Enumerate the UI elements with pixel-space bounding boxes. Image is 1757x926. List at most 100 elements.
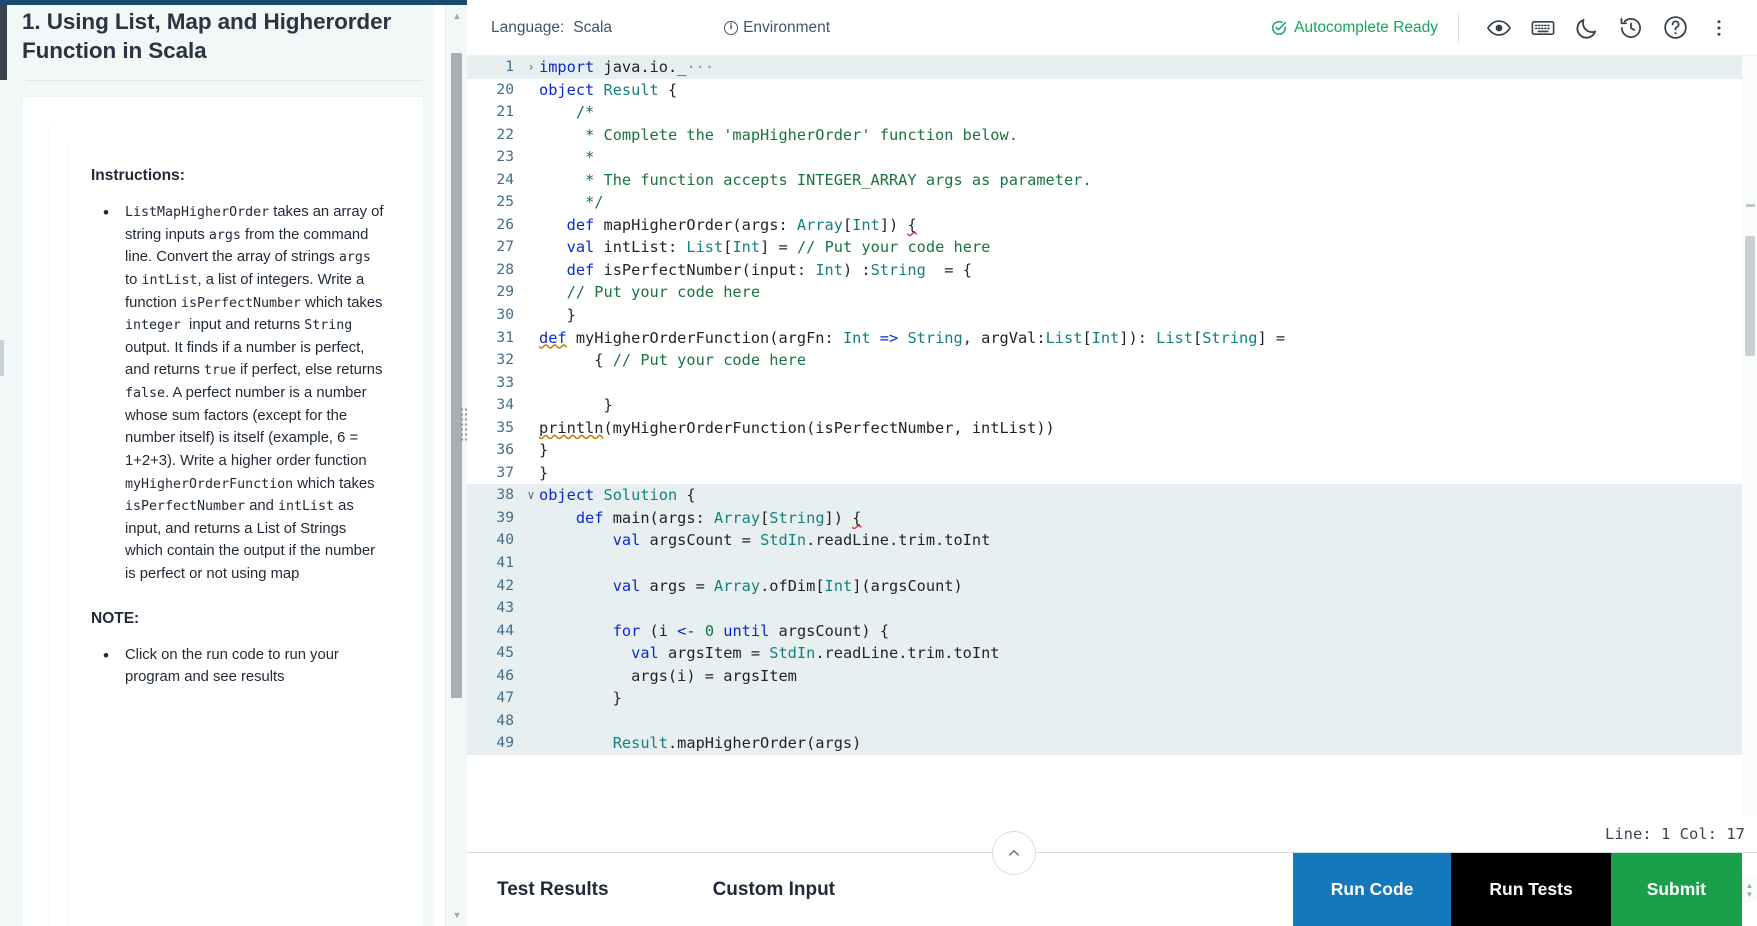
code-line[interactable]: 25 */ (467, 191, 1757, 214)
scroll-up-arrow-icon[interactable]: ▲ (446, 5, 467, 27)
code-text[interactable]: object Solution { (539, 484, 1757, 507)
code-lines-container[interactable]: 1 › import java.io._··· 20 object Result {21… (467, 56, 1757, 755)
code-text[interactable] (539, 372, 1757, 395)
code-text[interactable]: } (539, 394, 1757, 417)
fold-toggle-icon[interactable] (523, 507, 539, 530)
fold-toggle-icon[interactable] (523, 214, 539, 237)
fold-toggle-icon[interactable] (523, 372, 539, 395)
problem-panel-scrollbar[interactable]: ▲ ▼ (445, 5, 467, 926)
code-line[interactable]: 39 def main(args: Array[String]) { (467, 506, 1757, 530)
run-code-button[interactable]: Run Code (1292, 852, 1452, 926)
scroll-down-arrow-icon[interactable]: ▼ (446, 904, 467, 926)
code-text[interactable]: */ (539, 191, 1757, 214)
code-line[interactable]: 44 for (i <- 0 until argsCount) { (467, 619, 1757, 643)
fold-toggle-icon[interactable]: › (523, 56, 539, 79)
code-line[interactable]: 24 * The function accepts INTEGER_ARRAY … (467, 169, 1757, 192)
code-line[interactable]: 21 /* (467, 101, 1757, 124)
fold-toggle-icon[interactable] (523, 124, 539, 147)
code-line[interactable]: 35 println(myHigherOrderFunction(isPerfec… (467, 417, 1757, 440)
code-line[interactable]: 22 * Complete the 'mapHigherOrder' funct… (467, 124, 1757, 147)
code-line[interactable]: 33 (467, 372, 1757, 395)
fold-toggle-icon[interactable] (523, 394, 539, 417)
code-line[interactable]: 49 Result.mapHigherOrder(args) (467, 732, 1757, 755)
code-text[interactable]: object Result { (539, 79, 1757, 102)
submit-button[interactable]: Submit (1610, 852, 1742, 926)
language-value[interactable]: Scala (573, 19, 612, 37)
tab-test-results[interactable]: Test Results (497, 879, 609, 901)
code-line[interactable]: 48 (467, 709, 1757, 733)
code-text[interactable]: } (539, 304, 1757, 327)
code-line[interactable]: 43 (467, 597, 1757, 620)
fold-toggle-icon[interactable] (523, 710, 539, 733)
code-line[interactable]: 42 val args = Array.ofDim[Int](argsCount… (467, 574, 1757, 598)
fold-toggle-icon[interactable] (523, 281, 539, 304)
code-line[interactable]: 40 val argsCount = StdIn.readLine.trim.t… (467, 529, 1757, 553)
code-text[interactable]: def main(args: Array[String]) { (539, 507, 1757, 530)
code-text[interactable]: * Complete the 'mapHigherOrder' function… (539, 124, 1757, 147)
code-text[interactable]: val argsCount = StdIn.readLine.trim.toIn… (539, 529, 1757, 552)
fold-toggle-icon[interactable] (523, 417, 539, 440)
scrollbar-thumb[interactable] (451, 53, 462, 698)
fold-toggle-icon[interactable] (523, 462, 539, 485)
code-line[interactable]: 32 { // Put your code here (467, 349, 1757, 372)
fold-toggle-icon[interactable] (523, 642, 539, 665)
fold-toggle-icon[interactable] (523, 236, 539, 259)
code-text[interactable]: // Put your code here (539, 281, 1757, 304)
scroll-down-arrow-icon[interactable]: ▼ (1746, 890, 1754, 899)
code-text[interactable]: def myHigherOrderFunction(argFn: Int => … (539, 327, 1757, 350)
fold-toggle-icon[interactable] (523, 552, 539, 575)
code-line[interactable]: 1 › import java.io._··· (467, 56, 1757, 79)
code-line[interactable]: 26 def mapHigherOrder(args: Array[Int]) … (467, 214, 1757, 237)
code-line[interactable]: 23 * (467, 146, 1757, 169)
code-text[interactable]: for (i <- 0 until argsCount) { (539, 620, 1757, 643)
more-options-icon[interactable] (1697, 6, 1741, 50)
fold-toggle-icon[interactable] (523, 597, 539, 620)
code-line[interactable]: 29 // Put your code here (467, 281, 1757, 304)
fold-toggle-icon[interactable]: ∨ (523, 484, 539, 507)
fold-toggle-icon[interactable] (523, 169, 539, 192)
fold-toggle-icon[interactable] (523, 79, 539, 102)
code-text[interactable]: * (539, 146, 1757, 169)
code-text[interactable]: args(i) = argsItem (539, 665, 1757, 688)
fold-toggle-icon[interactable] (523, 732, 539, 755)
panel-resize-handle[interactable] (459, 405, 469, 443)
fold-toggle-icon[interactable] (523, 687, 539, 710)
history-icon[interactable] (1609, 6, 1653, 50)
code-line[interactable]: 34 } (467, 394, 1757, 417)
fold-toggle-icon[interactable] (523, 349, 539, 372)
code-line[interactable]: 45 val argsItem = StdIn.readLine.trim.to… (467, 642, 1757, 665)
run-tests-button[interactable]: Run Tests (1451, 852, 1611, 926)
code-text[interactable]: def mapHigherOrder(args: Array[Int]) { (539, 214, 1757, 237)
code-text[interactable]: val argsItem = StdIn.readLine.trim.toInt (539, 642, 1757, 665)
fold-toggle-icon[interactable] (523, 439, 539, 462)
code-line[interactable]: 20 object Result { (467, 79, 1757, 102)
code-text[interactable]: def isPerfectNumber(input: Int) :String … (539, 259, 1757, 282)
code-line[interactable]: 28 def isPerfectNumber(input: Int) :Stri… (467, 259, 1757, 282)
code-line[interactable]: 27 val intList: List[Int] = // Put your … (467, 236, 1757, 259)
code-text[interactable] (539, 710, 1757, 733)
code-text[interactable]: } (539, 462, 1757, 485)
code-text[interactable]: { // Put your code here (539, 349, 1757, 372)
code-line[interactable]: 30 } (467, 304, 1757, 327)
code-text[interactable]: import java.io._··· (539, 56, 1757, 79)
fold-toggle-icon[interactable] (523, 304, 539, 327)
code-text[interactable]: val intList: List[Int] = // Put your cod… (539, 236, 1757, 259)
scrollbar-thumb[interactable] (1745, 236, 1755, 356)
code-line[interactable]: 31 def myHigherOrderFunction(argFn: Int =… (467, 327, 1757, 350)
scroll-up-arrow-icon[interactable]: ▲ (1746, 881, 1754, 890)
fold-toggle-icon[interactable] (523, 665, 539, 688)
code-text[interactable]: /* (539, 101, 1757, 124)
code-line[interactable]: 36} (467, 439, 1757, 462)
keyboard-icon[interactable] (1521, 6, 1565, 50)
environment-button[interactable]: i Environment (724, 19, 830, 37)
fold-toggle-icon[interactable] (523, 259, 539, 282)
code-text[interactable]: } (539, 687, 1757, 710)
collapse-panel-button[interactable] (992, 831, 1036, 875)
code-editor[interactable]: 1 › import java.io._··· 20 object Result {21… (467, 56, 1757, 816)
code-line[interactable]: 41 (467, 552, 1757, 575)
help-icon[interactable] (1653, 6, 1697, 50)
fold-toggle-icon[interactable] (523, 101, 539, 124)
code-text[interactable]: * The function accepts INTEGER_ARRAY arg… (539, 169, 1757, 192)
code-text[interactable]: println(myHigherOrderFunction(isPerfectN… (539, 417, 1757, 440)
editor-scrollbar[interactable] (1742, 56, 1757, 816)
